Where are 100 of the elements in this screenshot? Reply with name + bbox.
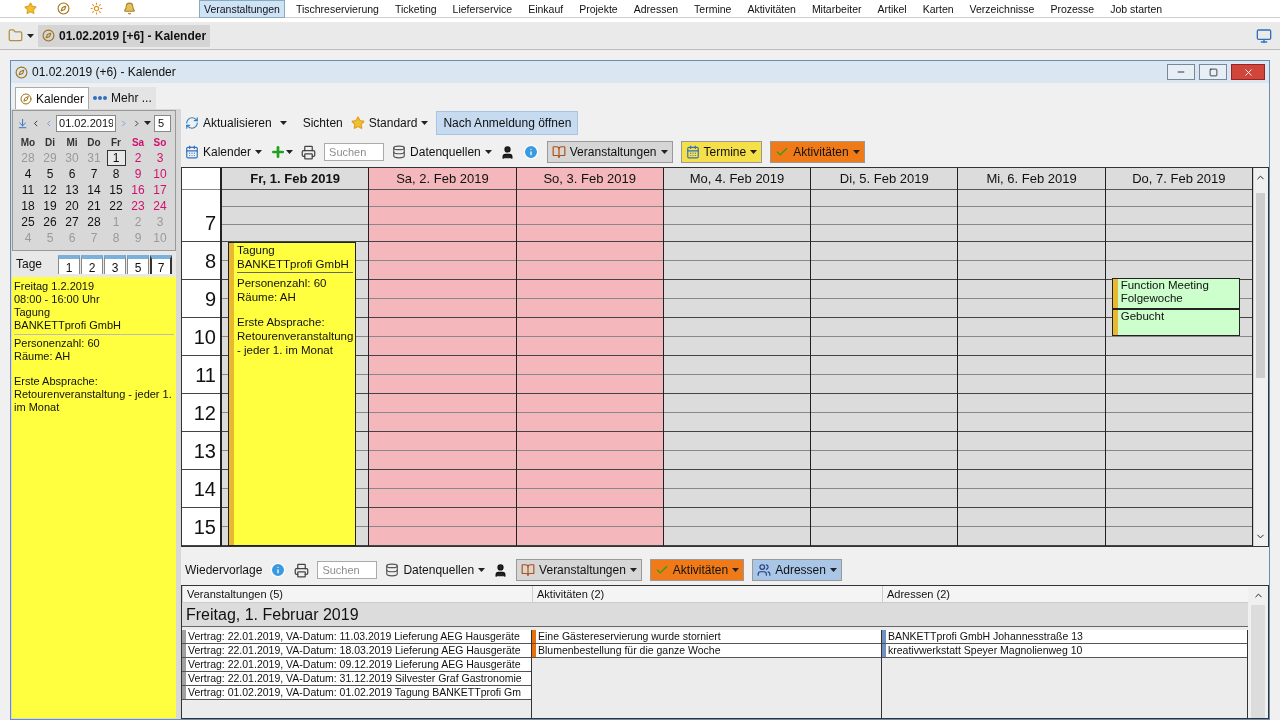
- bell-icon[interactable]: [123, 2, 136, 15]
- calendar-day[interactable]: 21: [84, 198, 104, 214]
- document-tab[interactable]: 01.02.2019 [+6] - Kalender: [38, 24, 211, 47]
- calendar-day[interactable]: 22: [106, 198, 126, 214]
- menu-item[interactable]: Einkauf: [524, 0, 568, 17]
- filter-dropdown[interactable]: Veranstaltungen: [516, 559, 642, 581]
- calendar-day[interactable]: 9: [128, 166, 148, 182]
- calendar-day[interactable]: 17: [150, 182, 170, 198]
- calendar-day[interactable]: 14: [84, 182, 104, 198]
- sun-icon[interactable]: [90, 2, 103, 15]
- menu-item[interactable]: Adressen: [629, 0, 683, 17]
- screen-icon[interactable]: [1256, 27, 1272, 44]
- star-icon[interactable]: [24, 2, 37, 15]
- calendar-event[interactable]: Function Meeting Folgewoche: [1111, 278, 1240, 309]
- calendar-day[interactable]: 25: [18, 214, 38, 230]
- calendar-day[interactable]: 12: [40, 182, 60, 198]
- calendar-day[interactable]: 24: [150, 198, 170, 214]
- days-button[interactable]: 1: [58, 254, 80, 274]
- menu-item[interactable]: Prozesse: [1046, 0, 1099, 17]
- table-cell-text: kreativwerkstatt Speyer Magnolienweg 10: [887, 644, 1084, 657]
- scrollbar-thumb[interactable]: [1256, 193, 1266, 378]
- filter-dropdown[interactable]: Aktivitäten: [770, 141, 865, 163]
- filter-dropdown[interactable]: Adressen: [752, 559, 842, 581]
- calendar-day[interactable]: 23: [128, 198, 148, 214]
- printer-icon[interactable]: [301, 144, 317, 160]
- filter-dropdown[interactable]: Aktivitäten: [649, 559, 745, 581]
- caret-icon: [732, 568, 740, 572]
- calendar-icon: [685, 145, 700, 159]
- search-field[interactable]: Suchen: [324, 143, 385, 161]
- calendar-day[interactable]: 26: [40, 214, 60, 230]
- days-button[interactable]: 2: [81, 254, 103, 274]
- view-dropdown[interactable]: Standard: [350, 114, 429, 132]
- calendar-day[interactable]: 7: [84, 166, 104, 182]
- menu-item[interactable]: Karten: [918, 0, 958, 17]
- calendar-day[interactable]: 15: [106, 182, 126, 198]
- days-button[interactable]: 7: [150, 254, 172, 274]
- tab[interactable]: Kalender: [15, 87, 90, 109]
- menu-item[interactable]: Ticketing: [390, 0, 441, 17]
- search-field[interactable]: Suchen: [317, 561, 378, 579]
- open-after-login-button[interactable]: Nach Anmeldung öffnen: [436, 111, 579, 135]
- printer-icon[interactable]: [294, 562, 310, 578]
- calendar-day[interactable]: 3: [150, 150, 170, 166]
- calendar-event[interactable]: Tagung BANKETTprofi GmbH Personenzahl: 60 Räume: AH Erste Absprache: Retourenveranstaltung - jeder 1. im Monat: [228, 242, 356, 546]
- calendar-day[interactable]: 27: [62, 214, 82, 230]
- calendar-dropdown[interactable]: Kalender: [185, 143, 263, 161]
- table-cell-text: Vertrag: 22.01.2019, VA-Datum: 11.03.2019 Lieferung AEG Hausgeräte: [187, 630, 521, 643]
- filter-dropdown[interactable]: Termine: [680, 141, 763, 163]
- tab[interactable]: Mehr ...: [89, 87, 156, 109]
- data-sources-dropdown[interactable]: Datenquellen: [392, 143, 492, 161]
- calendar-day[interactable]: 4: [18, 166, 38, 182]
- days-button[interactable]: 5: [127, 254, 149, 274]
- minimize-button[interactable]: [1167, 64, 1195, 80]
- calendar-day[interactable]: 8: [106, 166, 126, 182]
- maximize-button[interactable]: [1199, 64, 1227, 80]
- calendar-event[interactable]: Gebucht: [1111, 309, 1240, 336]
- calendar-day[interactable]: 19: [40, 198, 60, 214]
- hour-label: 8: [204, 248, 216, 274]
- calendar-day[interactable]: 20: [62, 198, 82, 214]
- views-label: Sichten: [302, 115, 343, 132]
- calendar-day[interactable]: 2: [128, 150, 148, 166]
- calendar-day[interactable]: 13: [62, 182, 82, 198]
- menu-item[interactable]: Termine: [690, 0, 736, 17]
- days-field[interactable]: 5: [154, 114, 171, 132]
- table-cell-text: Vertrag: 22.01.2019, VA-Datum: 31.12.2019 Silvester Graf Gastronomie: [187, 672, 523, 685]
- close-button[interactable]: [1231, 64, 1265, 80]
- compass-icon: [20, 92, 32, 105]
- calendar-day[interactable]: 16: [128, 182, 148, 198]
- compass-icon[interactable]: [57, 2, 70, 15]
- menu-item[interactable]: Job starten: [1106, 0, 1167, 17]
- calendar-day[interactable]: 5: [40, 166, 60, 182]
- menu-item[interactable]: Projekte: [575, 0, 622, 17]
- refresh-button[interactable]: Aktualisieren: [185, 114, 272, 132]
- calendar-day[interactable]: 1: [106, 150, 126, 166]
- event-title: Tagung: [237, 243, 276, 257]
- menu-item[interactable]: Tischreservierung: [291, 0, 383, 17]
- menu-item[interactable]: Mitarbeiter: [807, 0, 866, 17]
- person-icon[interactable]: [499, 144, 515, 160]
- menu-item[interactable]: Verzeichnisse: [965, 0, 1039, 17]
- info-icon[interactable]: [270, 562, 287, 578]
- person-icon[interactable]: [493, 562, 509, 578]
- info-icon[interactable]: [522, 144, 539, 160]
- data-sources-dropdown[interactable]: Datenquellen: [385, 561, 486, 579]
- menu-item[interactable]: Aktivitäten: [743, 0, 800, 17]
- calendar-day[interactable]: 10: [150, 166, 170, 182]
- calendar-day[interactable]: 11: [18, 182, 38, 198]
- folder-icon[interactable]: [8, 28, 23, 43]
- days-button[interactable]: 3: [104, 254, 126, 274]
- calendar-day[interactable]: 6: [62, 166, 82, 182]
- caret-icon: [144, 121, 151, 125]
- add-button[interactable]: [270, 144, 294, 160]
- filter-dropdown[interactable]: Veranstaltungen: [546, 141, 673, 163]
- menu-item[interactable]: Artikel: [873, 0, 911, 17]
- calendar-day[interactable]: 18: [18, 198, 38, 214]
- day-header: Mi, 6. Feb 2019: [958, 168, 1105, 190]
- scrollbar-thumb[interactable]: [1251, 605, 1265, 718]
- menu-item[interactable]: Lieferservice: [448, 0, 517, 17]
- menu-item[interactable]: Veranstaltungen: [200, 0, 284, 17]
- column-header: Veranstaltungen (5): [182, 586, 532, 602]
- calendar-day[interactable]: 28: [84, 214, 104, 230]
- date-field[interactable]: 01.02.2019: [56, 114, 117, 132]
